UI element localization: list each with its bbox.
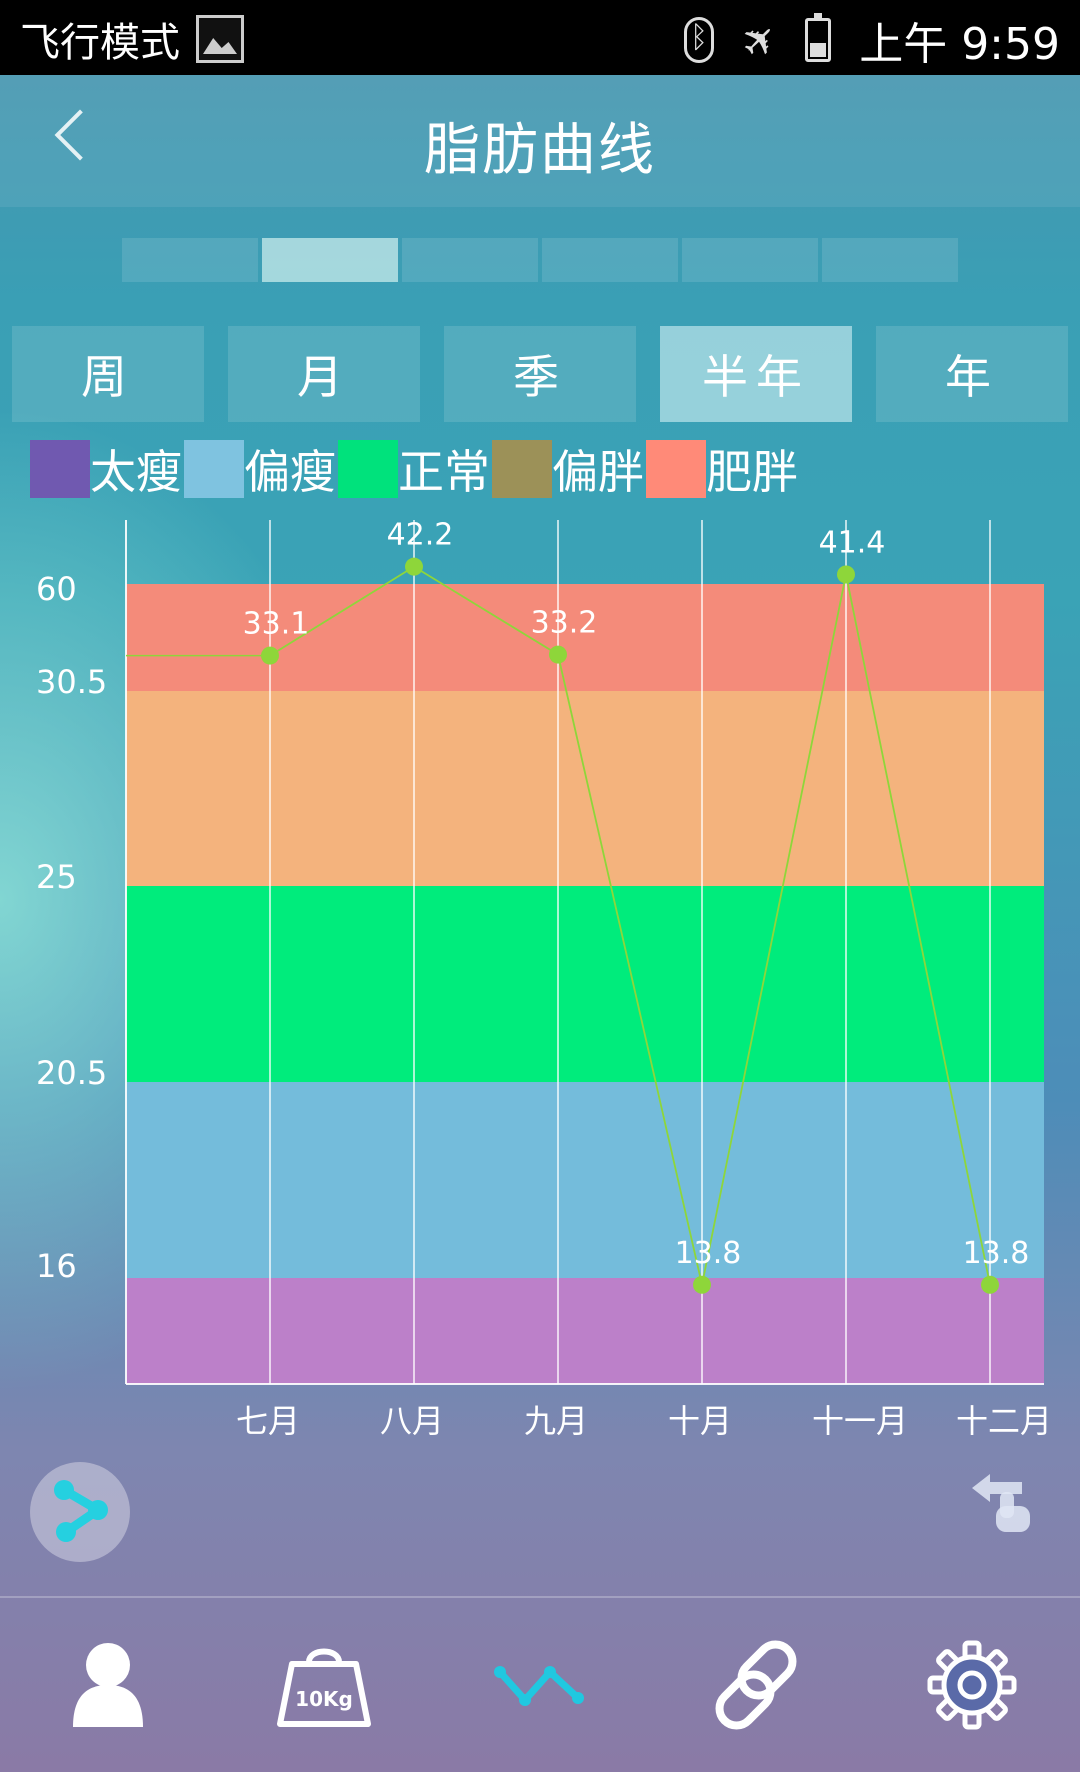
x-tick-label: 十二月: [956, 1402, 1052, 1440]
legend-label: 太瘦: [90, 445, 182, 499]
fat-curve-chart: 60 30.5 25 20.5 16 七月 八月 九月 十月 十一月 十二月 33.1 42.2 33.2…: [36, 520, 1052, 1440]
data-point: [261, 646, 279, 665]
x-tick-label: 十一月: [812, 1402, 908, 1440]
svg-text:10Kg: 10Kg: [295, 1687, 353, 1711]
legend-swatch: [492, 440, 552, 498]
bottom-nav: 10Kg: [0, 1598, 1080, 1772]
tab-week[interactable]: 周: [12, 326, 204, 422]
rotate-hand-icon: [972, 1474, 1030, 1532]
rotate-screen-button[interactable]: [966, 1466, 1046, 1536]
data-point: [549, 645, 567, 664]
data-point: [693, 1275, 711, 1294]
airplane-mode-label: 飞行模式: [20, 20, 180, 66]
nav-curve[interactable]: [432, 1598, 648, 1772]
legend-item: 太瘦: [30, 436, 184, 502]
data-label: 42.2: [387, 520, 454, 553]
legend-swatch: [184, 440, 244, 498]
data-label: 33.2: [531, 606, 598, 641]
tab-month[interactable]: 月: [228, 326, 420, 422]
pager-segment: [542, 238, 678, 282]
tab-quarter[interactable]: 季: [444, 326, 636, 422]
legend-label: 偏胖: [552, 445, 644, 499]
legend-item: 偏胖: [492, 436, 646, 502]
pager-segment: [822, 238, 958, 282]
airplane-icon: ✈: [729, 10, 790, 70]
status-bar: 飞行模式 ✈ 上午 9:59: [0, 0, 1080, 75]
clock: 上午 9:59: [859, 19, 1060, 70]
x-tick-label: 七月: [236, 1402, 300, 1440]
nav-connect[interactable]: [648, 1598, 864, 1772]
data-label: 41.4: [819, 525, 886, 560]
y-tick-label: 16: [36, 1247, 77, 1285]
y-tick-label: 25: [36, 858, 77, 896]
pager-segment: [682, 238, 818, 282]
page-indicator: [122, 238, 958, 282]
x-tick-label: 九月: [524, 1402, 588, 1440]
legend-item: 肥胖: [646, 436, 800, 502]
y-tick-label: 20.5: [36, 1054, 107, 1092]
data-label: 33.1: [243, 607, 310, 642]
share-button[interactable]: [30, 1462, 130, 1562]
gear-icon: [927, 1640, 1017, 1730]
zone-band: [126, 1278, 1044, 1384]
legend-label: 正常: [398, 445, 490, 499]
line-chart-icon: [494, 1666, 584, 1706]
data-point: [981, 1275, 999, 1294]
legend-label: 偏瘦: [244, 445, 336, 499]
legend-item: 偏瘦: [184, 436, 338, 502]
period-tabs: 周 月 季 半年 年: [12, 326, 1068, 422]
data-point: [837, 565, 855, 584]
pager-segment: [262, 238, 398, 282]
chart-legend: 太瘦 偏瘦 正常 偏胖 肥胖: [30, 436, 800, 502]
pager-segment: [122, 238, 258, 282]
app-header: 脂肪曲线: [0, 75, 1080, 207]
legend-swatch: [338, 440, 398, 498]
nav-settings[interactable]: [864, 1598, 1080, 1772]
share-icon: [54, 1480, 108, 1542]
tab-half-year[interactable]: 半年: [660, 326, 852, 422]
zone-band: [126, 691, 1044, 886]
legend-swatch: [646, 440, 706, 498]
user-icon: [73, 1643, 143, 1727]
image-notification-icon: [196, 15, 244, 63]
zone-band: [126, 1082, 1044, 1278]
page-title: 脂肪曲线: [424, 118, 656, 183]
zone-band: [126, 886, 1044, 1082]
nav-profile[interactable]: [0, 1598, 216, 1772]
data-point: [405, 557, 423, 576]
status-right: ✈ 上午 9:59: [684, 8, 1060, 72]
legend-label: 肥胖: [706, 445, 798, 499]
bluetooth-icon: [684, 17, 714, 63]
data-label: 13.8: [963, 1236, 1030, 1271]
legend-item: 正常: [338, 436, 492, 502]
x-tick-label: 十月: [668, 1402, 732, 1440]
pager-segment: [402, 238, 538, 282]
y-tick-label: 30.5: [36, 663, 107, 701]
weight-icon: 10Kg: [277, 1648, 371, 1727]
legend-swatch: [30, 440, 90, 498]
nav-weigh[interactable]: 10Kg: [216, 1598, 432, 1772]
status-left: 飞行模式: [20, 10, 244, 68]
battery-icon: [805, 13, 832, 62]
link-icon: [715, 1640, 797, 1730]
data-label: 13.8: [675, 1236, 742, 1271]
tab-year[interactable]: 年: [876, 326, 1068, 422]
y-tick-label: 60: [36, 570, 77, 608]
x-tick-label: 八月: [380, 1402, 444, 1440]
